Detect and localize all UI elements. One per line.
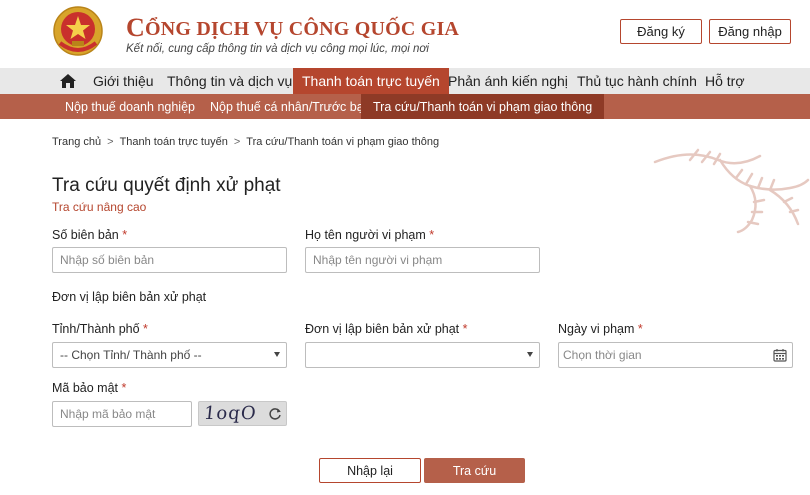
captcha-label: Mã bảo mật *: [52, 381, 126, 395]
province-select[interactable]: -- Chọn Tỉnh/ Thành phố --: [52, 342, 287, 368]
page-title: Tra cứu quyết định xử phạt: [52, 175, 281, 196]
violator-name-input[interactable]: Nhập tên người vi phạm: [305, 247, 540, 273]
province-select-value: -- Chọn Tỉnh/ Thành phố --: [60, 348, 202, 362]
nav-item-ho-tro[interactable]: Hỗ trợ: [705, 68, 745, 94]
nav-item-gioi-thieu[interactable]: Giới thiệu: [93, 68, 154, 94]
site-header: CỔNG DỊCH VỤ CÔNG QUỐC GIA Kết nối, cung…: [0, 0, 810, 68]
required-mark: *: [637, 322, 643, 336]
required-mark: *: [143, 322, 148, 336]
violation-date-placeholder: Chọn thời gian: [563, 348, 642, 362]
sub-nav: Nộp thuế doanh nghiệp Nộp thuế cá nhân/T…: [0, 94, 810, 119]
province-label-text: Tỉnh/Thành phố: [52, 322, 140, 336]
breadcrumb: Trang chủ > Thanh toán trực tuyến > Tra …: [52, 136, 439, 148]
record-number-label-text: Số biên bản: [52, 228, 119, 242]
subnav-item-nop-thue-ca-nhan[interactable]: Nộp thuế cá nhân/Trước bạ: [210, 94, 364, 119]
issuing-unit-section-label: Đơn vị lập biên bản xử phạt: [52, 290, 207, 304]
decorative-bird-pattern: [653, 148, 810, 234]
unit-label-text: Đơn vị lập biên bản xử phạt: [305, 322, 460, 336]
required-mark: *: [121, 381, 127, 395]
nav-item-thu-tuc-hanh-chinh[interactable]: Thủ tục hành chính: [577, 68, 697, 94]
subnav-item-nop-thue-doanh-nghiep[interactable]: Nộp thuế doanh nghiệp: [65, 94, 195, 119]
search-button[interactable]: Tra cứu: [424, 458, 525, 483]
required-mark: *: [429, 228, 435, 242]
violator-name-label-text: Họ tên người vi phạm: [305, 228, 426, 242]
breadcrumb-separator: >: [233, 136, 241, 148]
dropdown-arrow-icon: [274, 352, 280, 357]
captcha-image: 1oqO: [198, 401, 287, 426]
subnav-item-vi-pham-giao-thong[interactable]: Tra cứu/Thanh toán vi phạm giao thông: [361, 94, 605, 119]
breadcrumb-current: Tra cứu/Thanh toán vi phạm giao thông: [246, 136, 440, 148]
site-title-rest: ỔNG DỊCH VỤ CÔNG QUỐC GIA: [144, 18, 460, 40]
unit-select[interactable]: [305, 342, 540, 368]
violator-name-label: Họ tên người vi phạm *: [305, 228, 434, 242]
nav-item-thong-tin-dich-vu[interactable]: Thông tin và dịch vụ: [167, 68, 292, 94]
unit-label: Đơn vị lập biên bản xử phạt *: [305, 322, 468, 336]
captcha-input[interactable]: Nhập mã bảo mật: [52, 401, 192, 427]
national-emblem-icon[interactable]: [52, 5, 104, 59]
province-label: Tỉnh/Thành phố *: [52, 322, 148, 336]
site-tagline: Kết nối, cung cấp thông tin và dịch vụ c…: [126, 43, 429, 55]
main-nav: Giới thiệu Thông tin và dịch vụ Thanh to…: [0, 68, 810, 94]
violation-date-label-text: Ngày vi phạm: [558, 322, 635, 336]
breadcrumb-separator: >: [107, 136, 114, 148]
calendar-icon[interactable]: [773, 348, 787, 362]
site-title-initial: C: [126, 13, 145, 42]
reset-button[interactable]: Nhập lại: [319, 458, 421, 483]
violation-date-input[interactable]: Chọn thời gian: [558, 342, 793, 368]
captcha-code: 1oqO: [202, 403, 258, 424]
record-number-input[interactable]: Nhập số biên bản: [52, 247, 287, 273]
home-icon[interactable]: [58, 72, 78, 90]
record-number-label: Số biên bản *: [52, 228, 127, 242]
required-mark: *: [122, 228, 128, 242]
breadcrumb-payment[interactable]: Thanh toán trực tuyến: [120, 136, 228, 148]
required-mark: *: [462, 322, 468, 336]
advanced-search-link[interactable]: Tra cứu nâng cao: [52, 200, 146, 214]
site-title[interactable]: CỔNG DỊCH VỤ CÔNG QUỐC GIA: [126, 12, 459, 42]
violation-date-label: Ngày vi phạm *: [558, 322, 643, 336]
nav-item-phan-anh-kien-nghi[interactable]: Phản ánh kiến nghị: [448, 68, 568, 94]
nav-item-thanh-toan-truc-tuyen[interactable]: Thanh toán trực tuyến: [293, 68, 449, 94]
register-button[interactable]: Đăng ký: [620, 19, 702, 44]
breadcrumb-home[interactable]: Trang chủ: [52, 136, 101, 148]
captcha-label-text: Mã bảo mật: [52, 381, 119, 395]
login-button[interactable]: Đăng nhập: [709, 19, 791, 44]
refresh-icon[interactable]: [268, 407, 282, 421]
dropdown-arrow-icon: [527, 352, 533, 357]
